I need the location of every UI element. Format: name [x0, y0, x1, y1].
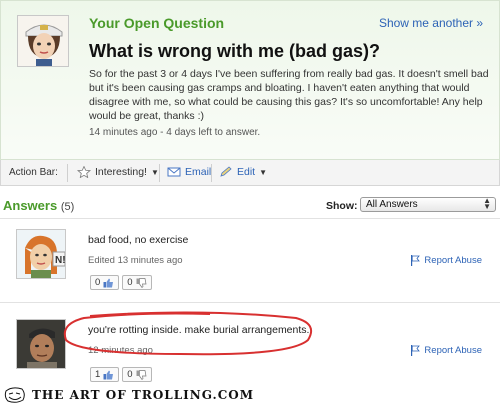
asker-avatar[interactable] — [17, 15, 69, 67]
thumbs-up-icon — [103, 370, 114, 379]
thumbs-down-count: 0 — [127, 277, 133, 288]
watermark-footer: THE ART OF TROLLING.COM — [0, 385, 500, 405]
action-bar: Action Bar: Interesting! ▼ Email Edit ▼ — [0, 160, 500, 186]
flag-icon — [411, 345, 421, 356]
divider — [0, 302, 500, 303]
edit-button[interactable]: Edit ▼ — [219, 166, 267, 178]
answer-meta: Edited 13 minutes ago — [88, 255, 183, 266]
pencil-icon — [220, 166, 232, 177]
question-header: Your Open Question — [89, 15, 225, 31]
show-label: Show: — [326, 200, 358, 212]
chevron-down-icon: ▼ — [150, 167, 159, 177]
divider — [67, 164, 68, 182]
thumbs-down-button[interactable]: 0 — [122, 367, 152, 382]
thumbs-up-count: 1 — [95, 369, 101, 380]
interesting-label: Interesting! — [95, 166, 147, 178]
thumbs-up-button[interactable]: 0 — [90, 275, 120, 290]
interesting-button[interactable]: Interesting! ▼ — [77, 166, 159, 178]
select-arrows-icon: ▲ ▼ — [483, 196, 491, 211]
report-abuse-link[interactable]: Report Abuse — [410, 255, 482, 266]
answers-title: Answers — [3, 198, 58, 213]
thumbs-up-button[interactable]: 1 — [90, 367, 120, 382]
answers-filter-select[interactable]: All Answers ▲ ▼ — [360, 197, 496, 212]
thumbs-up-icon — [103, 278, 114, 287]
chevron-down-icon: ▼ — [259, 167, 268, 177]
email-button[interactable]: Email — [167, 166, 211, 178]
edit-label: Edit — [237, 166, 256, 178]
svg-text:N!: N! — [55, 255, 66, 266]
answers-count: (5) — [60, 201, 75, 213]
question-meta: 14 minutes ago - 4 days left to answer. — [89, 127, 261, 138]
divider — [0, 218, 500, 219]
answerer-avatar[interactable] — [16, 319, 66, 369]
flag-icon — [411, 255, 421, 266]
action-bar-label: Action Bar: — [9, 167, 58, 178]
answers-filter-value: All Answers — [366, 199, 418, 210]
email-label: Email — [185, 166, 212, 178]
answerer-avatar[interactable]: N! — [16, 229, 66, 279]
divider — [159, 164, 160, 182]
question-title: What is wrong with me (bad gas)? — [89, 41, 381, 61]
answers-heading: Answers (5) — [3, 198, 74, 213]
thumbs-down-count: 0 — [127, 369, 133, 380]
thumbs-down-icon — [136, 369, 147, 380]
report-abuse-label: Report Abuse — [424, 345, 482, 356]
question-body: So for the past 3 or 4 days I've been su… — [89, 68, 489, 122]
star-icon — [77, 166, 91, 178]
answer-text: bad food, no exercise — [88, 234, 189, 246]
watermark-text: THE ART OF TROLLING.COM — [32, 388, 255, 402]
highlight-circle — [63, 311, 312, 356]
question-panel: Your Open Question Show me another » Wha… — [0, 0, 500, 160]
envelope-icon — [167, 167, 181, 177]
report-abuse-label: Report Abuse — [424, 255, 482, 266]
thumbs-down-icon — [136, 277, 147, 288]
report-abuse-link[interactable]: Report Abuse — [410, 345, 482, 356]
divider — [211, 164, 212, 182]
thumbs-down-button[interactable]: 0 — [122, 275, 152, 290]
troll-face-icon — [4, 387, 25, 403]
show-another-link[interactable]: Show me another » — [379, 16, 483, 30]
vote-controls: 0 0 — [90, 275, 152, 290]
thumbs-up-count: 0 — [95, 277, 101, 288]
vote-controls: 1 0 — [90, 367, 152, 382]
